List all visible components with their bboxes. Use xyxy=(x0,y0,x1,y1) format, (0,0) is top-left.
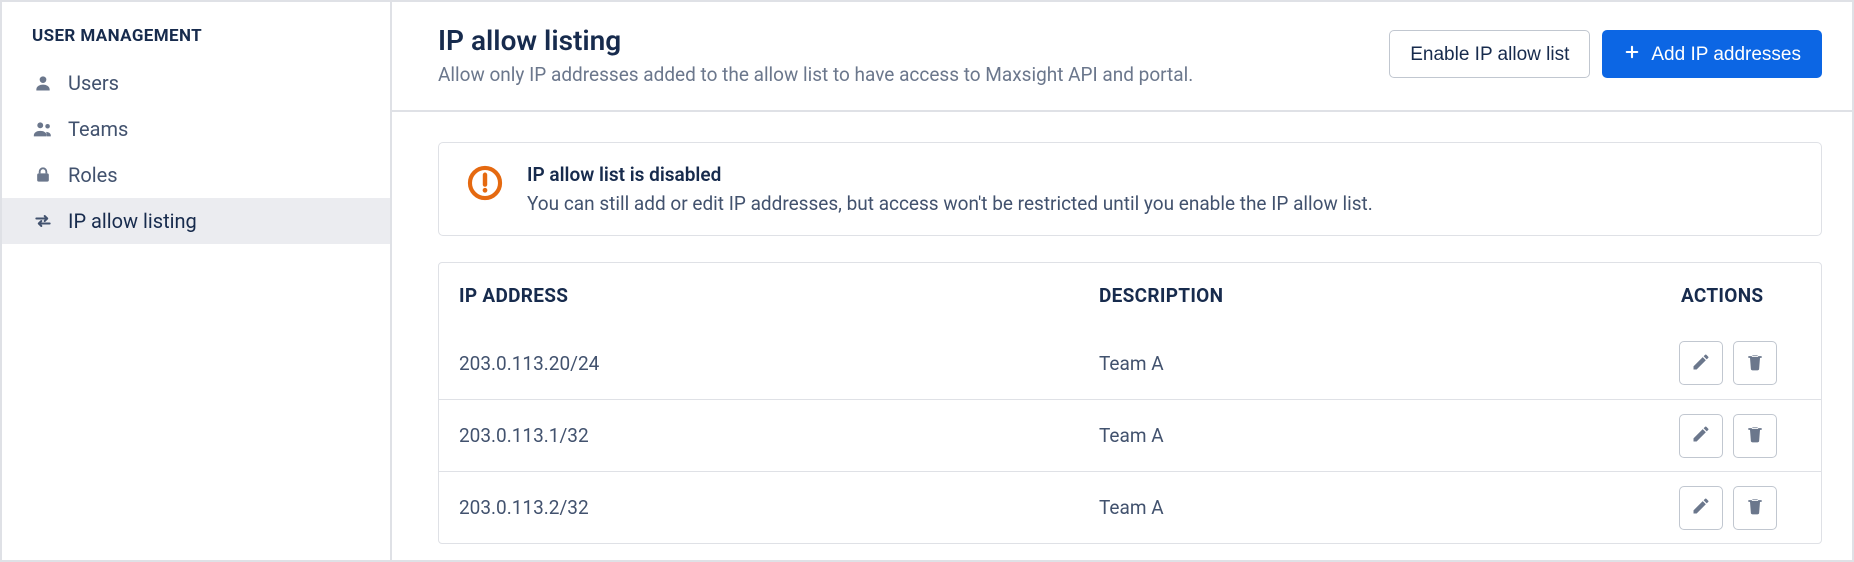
ip-address-cell: 203.0.113.2/32 xyxy=(439,478,1079,537)
header-actions: Enable IP allow list Add IP addresses xyxy=(1389,30,1822,78)
column-header-ip: IP ADDRESS xyxy=(439,266,1079,325)
actions-cell xyxy=(1661,474,1821,542)
user-icon xyxy=(32,72,54,94)
alert-body: You can still add or edit IP addresses, … xyxy=(527,192,1373,215)
sidebar-item-label: Roles xyxy=(68,165,118,185)
plus-icon xyxy=(1623,43,1641,65)
alert-text: IP allow list is disabled You can still … xyxy=(527,163,1373,215)
delete-button[interactable] xyxy=(1733,414,1777,458)
sidebar-item-users[interactable]: Users xyxy=(2,60,390,106)
alert-disabled: IP allow list is disabled You can still … xyxy=(438,142,1822,236)
warning-icon xyxy=(465,163,505,203)
column-header-description: DESCRIPTION xyxy=(1079,266,1661,325)
sidebar: USER MANAGEMENT Users Teams Roles IP all… xyxy=(2,2,392,560)
table-body: 203.0.113.20/24 Team A 203.0.113.1/32 Te… xyxy=(439,327,1821,543)
description-cell: Team A xyxy=(1079,334,1661,393)
content: IP allow list is disabled You can still … xyxy=(392,112,1852,544)
description-cell: Team A xyxy=(1079,478,1661,537)
page-subtitle: Allow only IP addresses added to the all… xyxy=(438,63,1193,86)
sidebar-item-label: IP allow listing xyxy=(68,211,197,231)
button-label: Add IP addresses xyxy=(1651,45,1801,64)
sidebar-item-teams[interactable]: Teams xyxy=(2,106,390,152)
ip-address-cell: 203.0.113.20/24 xyxy=(439,334,1079,393)
lock-icon xyxy=(32,164,54,186)
table-row: 203.0.113.1/32 Team A xyxy=(439,399,1821,471)
description-cell: Team A xyxy=(1079,406,1661,465)
table-row: 203.0.113.2/32 Team A xyxy=(439,471,1821,543)
enable-ip-allow-list-button[interactable]: Enable IP allow list xyxy=(1389,30,1590,78)
alert-title: IP allow list is disabled xyxy=(527,163,1373,186)
trash-icon xyxy=(1745,424,1765,447)
edit-button[interactable] xyxy=(1679,414,1723,458)
actions-cell xyxy=(1661,402,1821,470)
column-header-actions: ACTIONS xyxy=(1661,266,1821,325)
team-icon xyxy=(32,118,54,140)
page-header: IP allow listing Allow only IP addresses… xyxy=(392,2,1852,112)
delete-button[interactable] xyxy=(1733,341,1777,385)
sidebar-item-label: Users xyxy=(68,73,119,93)
sidebar-item-roles[interactable]: Roles xyxy=(2,152,390,198)
pencil-icon xyxy=(1691,496,1711,519)
table-header-row: IP ADDRESS DESCRIPTION ACTIONS xyxy=(439,263,1821,327)
sidebar-item-ip-allow-listing[interactable]: IP allow listing xyxy=(2,198,390,244)
edit-button[interactable] xyxy=(1679,486,1723,530)
page-title: IP allow listing xyxy=(438,24,1193,57)
ip-address-cell: 203.0.113.1/32 xyxy=(439,406,1079,465)
ip-table: IP ADDRESS DESCRIPTION ACTIONS 203.0.113… xyxy=(438,262,1822,544)
main: IP allow listing Allow only IP addresses… xyxy=(392,2,1852,560)
actions-cell xyxy=(1661,329,1821,397)
sidebar-item-label: Teams xyxy=(68,119,128,139)
app-frame: USER MANAGEMENT Users Teams Roles IP all… xyxy=(0,0,1854,562)
pencil-icon xyxy=(1691,424,1711,447)
header-text: IP allow listing Allow only IP addresses… xyxy=(438,24,1193,86)
sidebar-title: USER MANAGEMENT xyxy=(2,26,390,60)
trash-icon xyxy=(1745,352,1765,375)
trash-icon xyxy=(1745,496,1765,519)
add-ip-addresses-button[interactable]: Add IP addresses xyxy=(1602,30,1822,78)
pencil-icon xyxy=(1691,352,1711,375)
table-row: 203.0.113.20/24 Team A xyxy=(439,327,1821,399)
button-label: Enable IP allow list xyxy=(1410,45,1569,64)
delete-button[interactable] xyxy=(1733,486,1777,530)
swap-icon xyxy=(32,210,54,232)
edit-button[interactable] xyxy=(1679,341,1723,385)
